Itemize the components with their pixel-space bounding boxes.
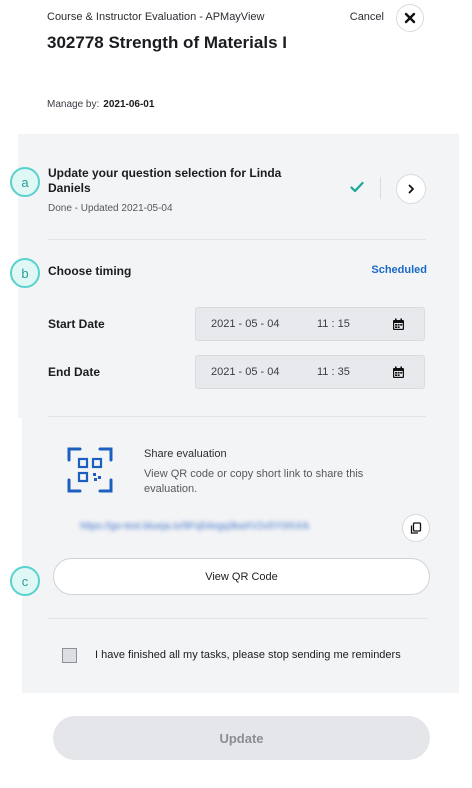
chevron-right-icon [408, 184, 414, 194]
page-title: 302778 Strength of Materials I [47, 33, 287, 52]
step-a-status: Done - Updated 2021-05-04 [48, 203, 173, 214]
check-icon [350, 181, 364, 193]
cancel-link[interactable]: Cancel [350, 11, 384, 23]
start-time-value: 11 : 15 [317, 318, 350, 330]
start-date-label: Start Date [48, 317, 105, 331]
start-date-value: 2021 - 05 - 04 [211, 318, 280, 330]
calendar-icon [393, 366, 404, 378]
calendar-icon [393, 318, 404, 330]
update-button[interactable]: Update [53, 716, 430, 760]
timing-mode-link[interactable]: Scheduled [371, 264, 427, 276]
manage-by: Manage by: 2021-06-01 [47, 99, 154, 110]
start-date-picker[interactable]: 2021 - 05 - 04 11 : 15 [195, 307, 425, 341]
share-description: View QR code or copy short link to share… [144, 468, 364, 495]
step-a-open-button[interactable] [396, 174, 426, 204]
view-qr-code-button[interactable]: View QR Code [53, 558, 430, 595]
step-b-title: Choose timing [48, 264, 132, 278]
step-badge-c: c [10, 566, 40, 596]
qr-code-icon [67, 447, 113, 493]
short-link[interactable]: https://go-test.blueja.io/9Fq54egq3kaXV2… [80, 521, 309, 532]
step-a-title-line1: Update your question selection for Linda [48, 166, 282, 180]
end-time-value: 11 : 35 [317, 366, 350, 378]
manage-by-date: 2021-06-01 [103, 99, 155, 110]
divider [48, 618, 428, 619]
divider [48, 416, 426, 417]
close-icon [404, 12, 416, 24]
evaluation-subtitle: Course & Instructor Evaluation - APMayVi… [47, 11, 265, 23]
stop-reminders-label: I have finished all my tasks, please sto… [95, 649, 401, 661]
copy-link-button[interactable] [402, 514, 430, 542]
vertical-divider [380, 177, 381, 199]
step-a-title: Update your question selection for Linda… [48, 166, 348, 196]
step-badge-b: b [10, 258, 40, 288]
share-title: Share evaluation [144, 448, 227, 460]
end-date-picker[interactable]: 2021 - 05 - 04 11 : 35 [195, 355, 425, 389]
step-a-title-line2: Daniels [48, 181, 91, 195]
close-button[interactable] [396, 4, 424, 32]
copy-icon [410, 522, 422, 534]
manage-by-label: Manage by: [47, 99, 100, 110]
end-date-value: 2021 - 05 - 04 [211, 366, 280, 378]
divider [48, 239, 426, 240]
stop-reminders-checkbox[interactable] [62, 648, 77, 663]
end-date-label: End Date [48, 365, 101, 379]
step-badge-a: a [10, 167, 40, 197]
